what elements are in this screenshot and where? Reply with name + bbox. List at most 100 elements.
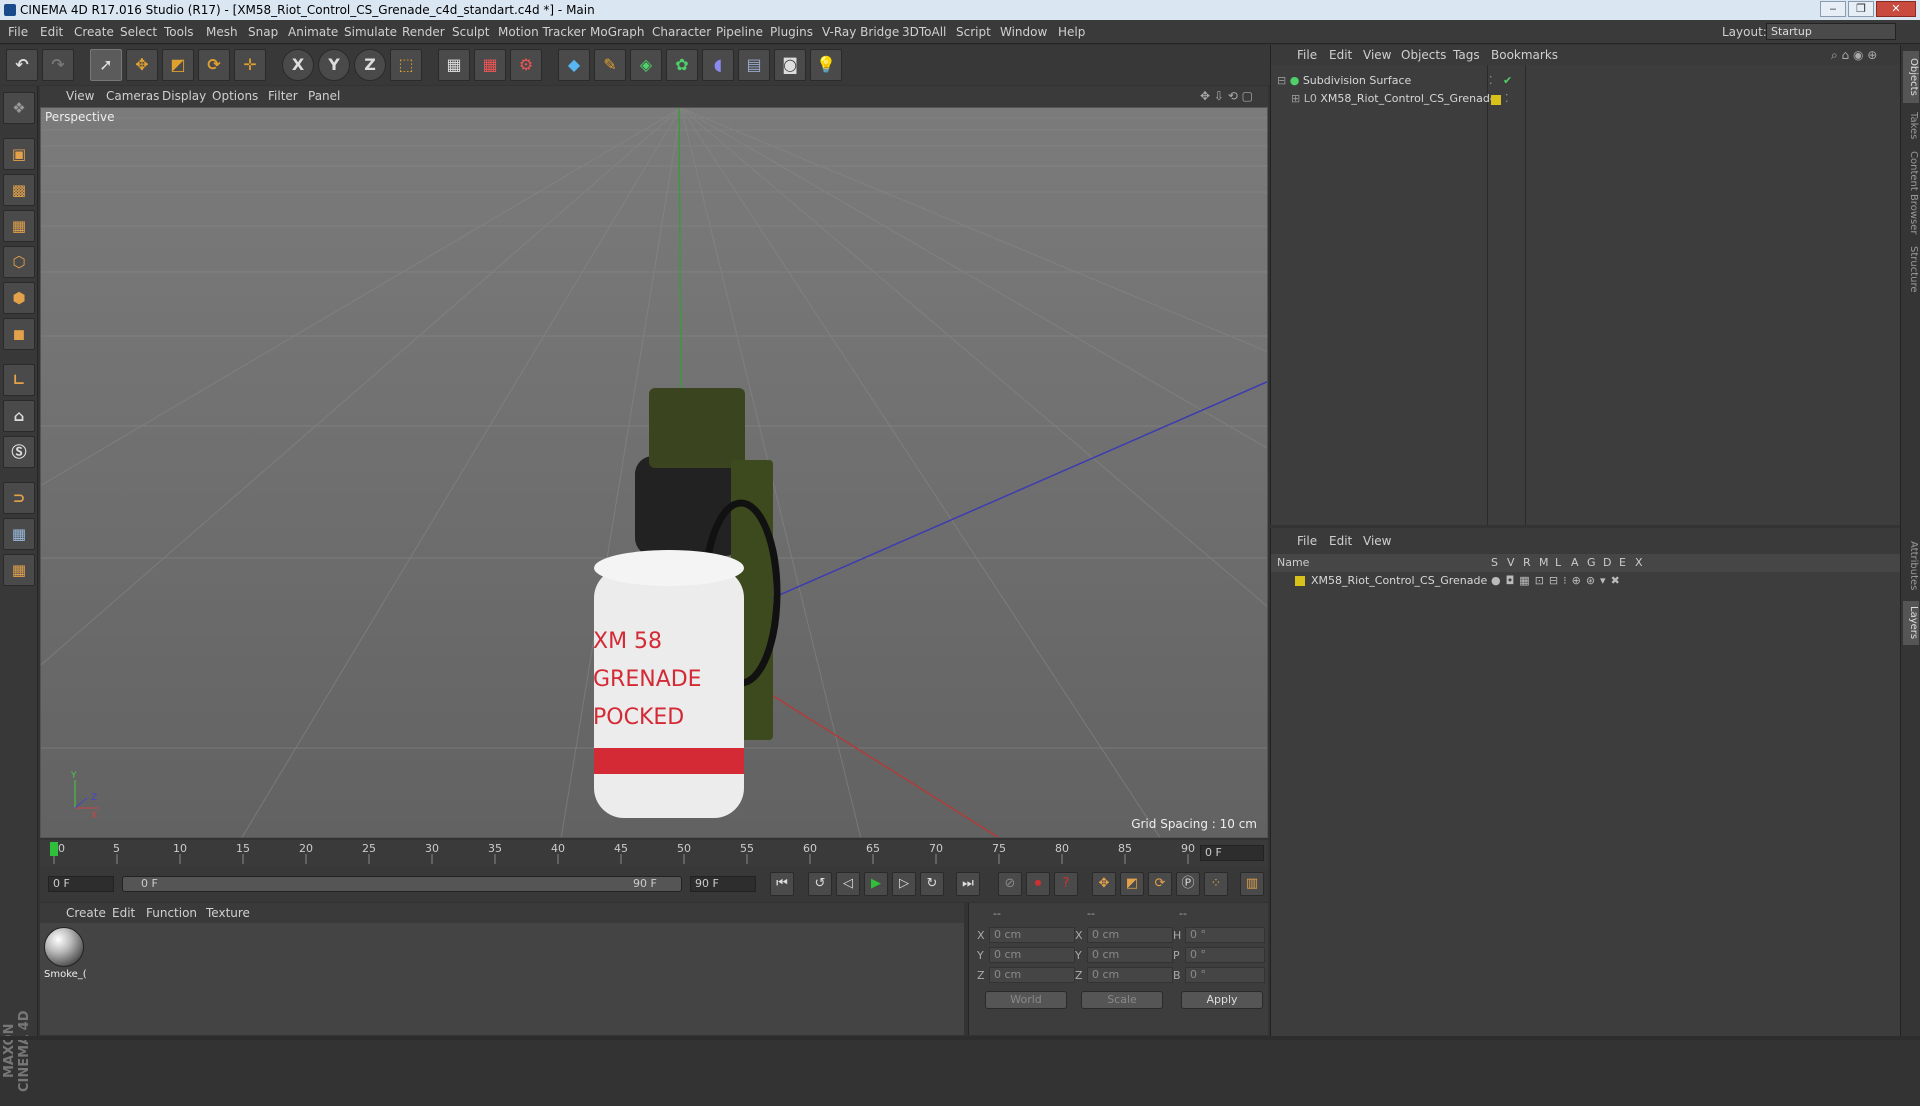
layer-col-g[interactable]: G [1587,554,1596,572]
menu-motion-tracker[interactable]: Motion Tracker [498,20,586,44]
object-menu-objects[interactable]: Objects [1401,45,1446,65]
current-frame-field[interactable]: 0 F [1200,845,1264,861]
layer-col-l[interactable]: L [1555,554,1561,572]
close-button[interactable]: ✕ [1876,1,1916,17]
coord-pos-y-field[interactable]: 0 cm [989,947,1075,963]
world-coord-icon[interactable]: ⬚ [390,49,422,81]
menu-mesh[interactable]: Mesh [206,20,238,44]
viewport-menu-display[interactable]: Display [162,86,206,107]
timeline-window-icon[interactable]: ▥ [1240,872,1264,896]
model-mode-icon[interactable]: ▣ [3,138,35,170]
go-to-end-icon[interactable]: ⏭ [956,872,980,896]
floor-icon[interactable]: ▤ [738,49,770,81]
layer-color-swatch[interactable] [1491,95,1501,105]
material-menu-function[interactable]: Function [146,903,197,923]
tab-objects[interactable]: Objects [1903,51,1919,103]
object-menu-tags[interactable]: Tags [1453,45,1480,65]
move-icon[interactable]: ✥ [126,49,158,81]
tweak-mode-icon[interactable]: ⌂ [3,400,35,432]
menu-help[interactable]: Help [1058,20,1085,44]
z-axis-icon[interactable]: Z [354,49,386,81]
layer-col-m[interactable]: M [1539,554,1549,572]
coord-space-select[interactable]: World [985,991,1067,1009]
scale-icon[interactable]: ◩ [162,49,194,81]
undo-icon[interactable]: ↶ [6,49,38,81]
menu-snap[interactable]: Snap [248,20,278,44]
menu-file[interactable]: File [8,20,28,44]
key-parameter-icon[interactable]: Ⓟ [1176,872,1200,896]
material-menu-create[interactable]: Create [66,903,106,923]
layer-col-v[interactable]: V [1507,554,1515,572]
menu-create[interactable]: Create [74,20,114,44]
lock-workplane-icon[interactable]: ▦ [3,518,35,550]
previous-frame-icon[interactable]: ◁ [836,872,860,896]
layer-menu-edit[interactable]: Edit [1329,531,1352,551]
layer-col-x[interactable]: X [1635,554,1643,572]
timeline-ruler[interactable]: 0 5 10 15 20 25 30 35 40 45 50 55 60 65 … [40,840,1268,866]
coord-rot-b-field[interactable]: 0 ° [1185,967,1265,983]
tab-content-browser[interactable]: Content Browser [1903,149,1919,237]
layer-menu-view[interactable]: View [1363,531,1391,551]
key-rotation-icon[interactable]: ⟳ [1148,872,1172,896]
layer-row[interactable]: XM58_Riot_Control_CS_Grenade ●◘▦⊡⊟⁝⊕⊛▾✖ [1281,572,1891,590]
coord-pos-x-field[interactable]: 0 cm [989,927,1075,943]
viewport-menu-filter[interactable]: Filter [268,86,298,107]
live-select-icon[interactable]: ✛ [234,49,266,81]
menu-edit[interactable]: Edit [40,20,63,44]
object-menu-file[interactable]: File [1297,45,1317,65]
record-icon[interactable]: ⏺ [1026,872,1050,896]
coord-pos-z-field[interactable]: 0 cm [989,967,1075,983]
magnet-icon[interactable]: ⊃ [3,482,35,514]
subdivision-icon[interactable]: ◈ [630,49,662,81]
menu-3dtoall[interactable]: 3DToAll [902,20,946,44]
viewport-menu-view[interactable]: View [66,86,94,107]
layer-toggle-icons[interactable]: ●◘▦⊡⊟⁝⊕⊛▾✖ [1491,572,1625,590]
object-row-subdivision[interactable]: ⊟ ● Subdivision Surface ⁚ ✔ [1277,72,1897,90]
end-frame-field[interactable]: 90 F [690,876,756,892]
previous-key-icon[interactable]: ↺ [808,872,832,896]
viewport-menu-options[interactable]: Options [212,86,258,107]
workplane-mode-icon[interactable]: ▦ [3,210,35,242]
visibility-dots-icon[interactable]: ⁚ [1505,90,1509,108]
x-axis-icon[interactable]: X [282,49,314,81]
layer-col-e[interactable]: E [1619,554,1626,572]
layer-color-swatch[interactable] [1295,576,1305,586]
redo-icon[interactable]: ↷ [42,49,74,81]
layer-col-d[interactable]: D [1603,554,1611,572]
start-frame-field[interactable]: 0 F [48,876,114,892]
axis-mode-icon[interactable]: ∟ [3,364,35,396]
go-to-start-icon[interactable]: ⏮ [770,872,794,896]
coord-size-z-field[interactable]: 0 cm [1087,967,1173,983]
render-picture-queue-icon[interactable]: ▦ [474,49,506,81]
play-icon[interactable]: ▶ [864,872,888,896]
menu-simulate[interactable]: Simulate [344,20,397,44]
viewport-menu-cameras[interactable]: Cameras [106,86,159,107]
coord-size-x-field[interactable]: 0 cm [1087,927,1173,943]
render-view-icon[interactable]: ▦ [438,49,470,81]
menu-plugins[interactable]: Plugins [770,20,813,44]
make-editable-icon[interactable]: ❖ [3,92,35,124]
layer-col-r[interactable]: R [1523,554,1531,572]
menu-sculpt[interactable]: Sculpt [452,20,489,44]
cloner-icon[interactable]: ✿ [666,49,698,81]
points-mode-icon[interactable]: ⬡ [3,246,35,278]
tab-structure[interactable]: Structure [1903,241,1919,297]
menu-pipeline[interactable]: Pipeline [716,20,763,44]
menu-select[interactable]: Select [120,20,157,44]
apply-button[interactable]: Apply [1181,991,1263,1009]
viewport-menu-panel[interactable]: Panel [308,86,340,107]
snapping-icon[interactable]: Ⓢ [3,436,35,468]
tab-layers[interactable]: Layers [1903,601,1919,645]
deformer-icon[interactable]: ◖ [702,49,734,81]
material-menu-texture[interactable]: Texture [206,903,250,923]
key-position-icon[interactable]: ✥ [1092,872,1116,896]
minimize-button[interactable]: ‒ [1820,1,1846,17]
menu-mograph[interactable]: MoGraph [590,20,645,44]
menu-script[interactable]: Script [956,20,991,44]
object-menu-view[interactable]: View [1363,45,1391,65]
menu-animate[interactable]: Animate [288,20,338,44]
object-row-grenade[interactable]: ⊞ L0 XM58_Riot_Control_CS_Grenade ⁚ [1291,90,1891,108]
maximize-button[interactable]: ❐ [1848,1,1874,17]
select-icon[interactable]: ➚ [90,49,122,81]
material-menu-edit[interactable]: Edit [112,903,135,923]
